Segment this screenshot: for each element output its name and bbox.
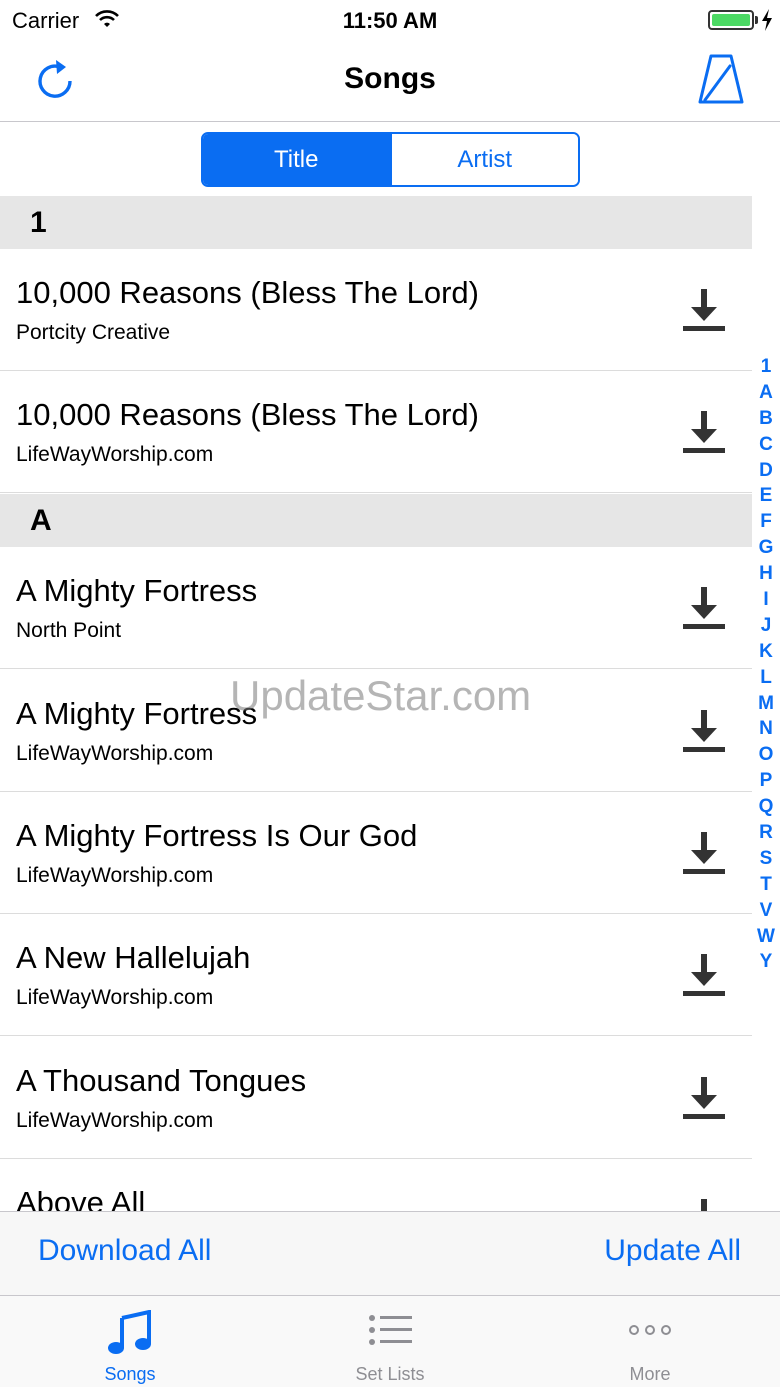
index-letter[interactable]: Y (752, 949, 780, 975)
download-icon[interactable] (680, 708, 728, 756)
more-dots-icon (629, 1325, 671, 1335)
index-letter[interactable]: M (752, 691, 780, 717)
navigation-bar: Songs (0, 40, 780, 122)
tab-label: Set Lists (355, 1364, 425, 1384)
song-row[interactable]: A Mighty Fortress North Point (0, 547, 752, 669)
song-artist: North Point (16, 619, 122, 642)
list-icon (369, 1315, 412, 1345)
index-letter[interactable]: J (752, 613, 780, 639)
song-row[interactable]: A Thousand Tongues LifeWayWorship.com (0, 1037, 752, 1159)
tab-bar: Songs Set Lists More (0, 1295, 780, 1387)
index-letter[interactable]: V (752, 898, 780, 924)
index-letter[interactable]: E (752, 483, 780, 509)
index-letter[interactable]: S (752, 846, 780, 872)
tab-songs[interactable]: Songs (0, 1296, 260, 1387)
index-letter[interactable]: I (752, 587, 780, 613)
battery-tip (755, 16, 758, 24)
song-artist: LifeWayWorship.com (16, 1109, 214, 1132)
download-icon[interactable] (680, 952, 728, 1000)
index-letter[interactable]: C (752, 432, 780, 458)
index-letter[interactable]: W (752, 924, 780, 950)
index-letter[interactable]: N (752, 716, 780, 742)
index-letter[interactable]: A (752, 380, 780, 406)
download-icon[interactable] (680, 409, 728, 457)
song-row[interactable]: A New Hallelujah LifeWayWorship.com (0, 914, 752, 1036)
download-icon[interactable] (680, 585, 728, 633)
song-title: A Thousand Tongues (16, 1063, 307, 1098)
index-letter[interactable]: R (752, 820, 780, 846)
section-header-label: 1 (30, 206, 47, 239)
song-artist: Portcity Creative (16, 321, 171, 344)
index-letter[interactable]: B (752, 406, 780, 432)
song-title: A Mighty Fortress (16, 696, 258, 731)
download-icon[interactable] (680, 287, 728, 335)
index-letter[interactable]: G (752, 535, 780, 561)
song-artist: LifeWayWorship.com (16, 864, 214, 887)
battery-icon (708, 10, 754, 30)
bottom-toolbar: Download All Update All (0, 1211, 780, 1295)
index-letter[interactable]: D (752, 458, 780, 484)
tab-more[interactable]: More (520, 1296, 780, 1387)
song-artist: LifeWayWorship.com (16, 742, 214, 765)
update-all-button[interactable]: Update All (604, 1234, 741, 1268)
song-artist: LifeWayWorship.com (16, 986, 214, 1009)
index-letter[interactable]: F (752, 509, 780, 535)
section-header-label: A (30, 504, 52, 537)
index-letter[interactable]: T (752, 872, 780, 898)
song-title: A Mighty Fortress (16, 573, 258, 608)
index-letter[interactable]: Q (752, 794, 780, 820)
index-letter[interactable]: P (752, 768, 780, 794)
download-icon[interactable] (680, 830, 728, 878)
song-row[interactable]: 10,000 Reasons (Bless The Lord) LifeWayW… (0, 371, 752, 493)
sort-segmented-control: Title Artist (201, 132, 580, 187)
song-title: A Mighty Fortress Is Our God (16, 818, 418, 853)
section-index-bar[interactable]: 1ABCDEFGHIJKLMNOPQRSTVWY (752, 354, 780, 975)
tab-label: More (629, 1364, 671, 1384)
download-all-button[interactable]: Download All (38, 1234, 211, 1268)
index-letter[interactable]: 1 (752, 354, 780, 380)
page-title: Songs (344, 62, 436, 95)
tab-label: Songs (104, 1364, 156, 1384)
song-title: 10,000 Reasons (Bless The Lord) (16, 275, 479, 310)
metronome-icon[interactable] (694, 52, 748, 106)
index-letter[interactable]: O (752, 742, 780, 768)
music-note-icon (108, 1310, 151, 1354)
tab-set-lists[interactable]: Set Lists (260, 1296, 520, 1387)
index-letter[interactable]: K (752, 639, 780, 665)
status-bar: Carrier 11:50 AM (0, 0, 780, 40)
index-letter[interactable]: L (752, 665, 780, 691)
segment-title[interactable]: Title (203, 134, 390, 185)
section-header: A (0, 494, 752, 547)
song-title: 10,000 Reasons (Bless The Lord) (16, 397, 479, 432)
index-letter[interactable]: H (752, 561, 780, 587)
watermark: UpdateStar.com (230, 672, 532, 719)
status-time: 11:50 AM (342, 8, 438, 33)
section-header: 1 (0, 196, 752, 249)
song-row[interactable]: A Mighty Fortress Is Our God LifeWayWors… (0, 792, 752, 914)
song-row[interactable]: 10,000 Reasons (Bless The Lord) Portcity… (0, 249, 752, 371)
download-icon[interactable] (680, 1075, 728, 1123)
song-artist: LifeWayWorship.com (16, 443, 214, 466)
charging-bolt-icon (762, 9, 772, 31)
segment-artist[interactable]: Artist (389, 134, 578, 185)
song-title: A New Hallelujah (16, 940, 251, 975)
